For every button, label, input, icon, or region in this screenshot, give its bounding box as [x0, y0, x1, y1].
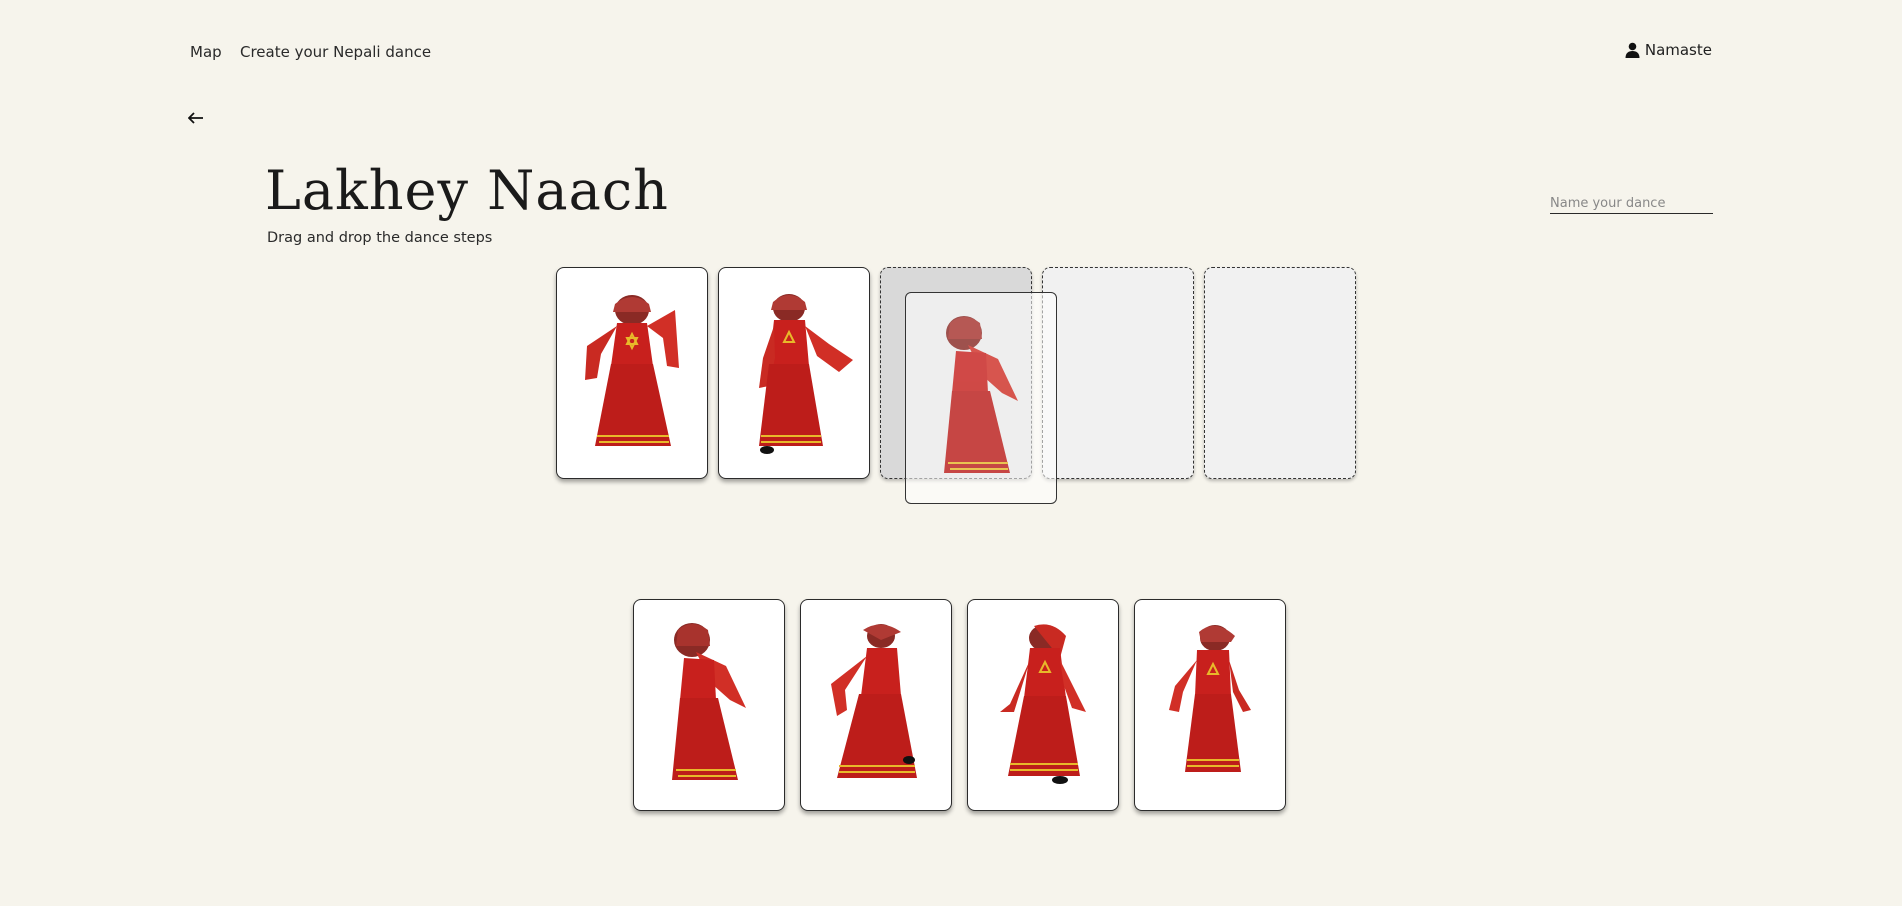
dancer-pose-4-image: [831, 624, 917, 778]
page-subtitle: Drag and drop the dance steps: [267, 230, 493, 246]
dancer-pose-1-image: [585, 295, 679, 446]
dragging-card[interactable]: [905, 292, 1057, 504]
dancer-pose-2-image: [759, 294, 853, 454]
dancer-pose-5-image: [1000, 624, 1086, 784]
user-icon: [1625, 42, 1640, 58]
palette-card-2[interactable]: [800, 599, 952, 811]
sequence-slot-4[interactable]: [1042, 267, 1194, 479]
dance-name-input[interactable]: [1550, 193, 1713, 214]
sequence-slot-5[interactable]: [1204, 267, 1356, 479]
user-greeting: Namaste: [1644, 41, 1712, 59]
dancer-pose-6-image: [1169, 625, 1251, 772]
nav-map-link[interactable]: Map: [190, 43, 222, 61]
palette-card-1[interactable]: [633, 599, 785, 811]
nav-create-dance-link[interactable]: Create your Nepali dance: [240, 43, 431, 61]
palette-card-3[interactable]: [967, 599, 1119, 811]
arrow-left-icon: [187, 112, 203, 124]
back-arrow-button[interactable]: [187, 109, 208, 129]
palette-card-4[interactable]: [1134, 599, 1286, 811]
user-menu[interactable]: Namaste: [1625, 41, 1712, 59]
sequence-card-2[interactable]: [718, 267, 870, 479]
dancer-pose-3-image: [944, 316, 1018, 473]
sequence-card-1[interactable]: [556, 267, 708, 479]
page-title: Lakhey Naach: [265, 159, 669, 222]
dancer-pose-3-image: [672, 623, 746, 780]
